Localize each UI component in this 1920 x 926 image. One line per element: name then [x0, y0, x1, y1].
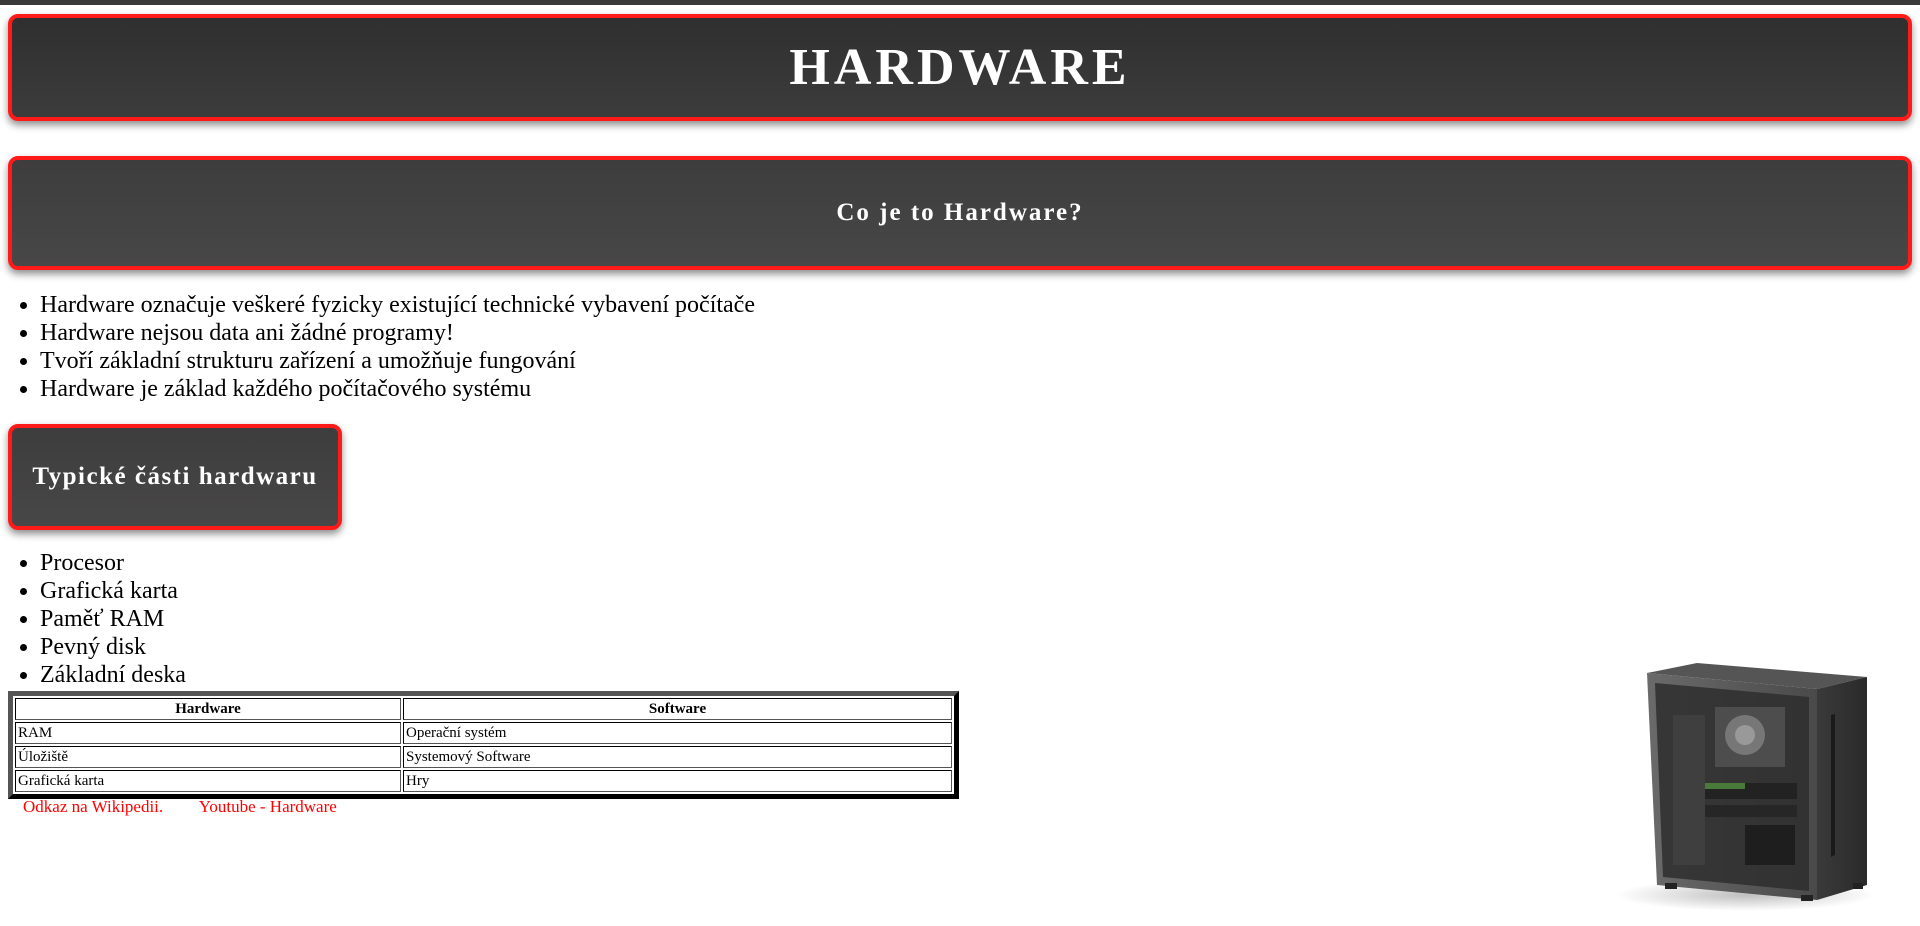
youtube-hardware-link[interactable]: Youtube - Hardware — [199, 797, 337, 816]
list-item: Základní deska — [40, 661, 186, 689]
list-item: Tvoří základní strukturu zařízení a umož… — [40, 347, 755, 375]
table-header-row: Hardware Software — [15, 698, 952, 720]
table-cell: Operační systém — [403, 722, 952, 744]
list-item: Hardware označuje veškeré fyzicky existu… — [40, 291, 755, 319]
top-bar — [0, 0, 1920, 5]
list-item: Procesor — [40, 549, 186, 577]
table-cell: Hry — [403, 770, 952, 792]
hardware-software-table: Hardware Software RAM Operační systém Úl… — [8, 691, 959, 799]
table-cell: Úložiště — [15, 746, 401, 768]
list-item: Pevný disk — [40, 633, 186, 661]
parts-list: Procesor Grafická karta Paměť RAM Pevný … — [0, 549, 186, 689]
list-item: Paměť RAM — [40, 605, 186, 633]
pc-case-icon — [1615, 663, 1875, 911]
links-row: Odkaz na Wikipedii. Youtube - Hardware — [23, 797, 369, 817]
list-item: Grafická karta — [40, 577, 186, 605]
page-title: HARDWARE — [8, 14, 1912, 121]
table-row: Úložiště Systemový Software — [15, 746, 952, 768]
wikipedia-link[interactable]: Odkaz na Wikipedii. — [23, 797, 163, 816]
list-item: Hardware je základ každého počítačového … — [40, 375, 755, 403]
table-cell: RAM — [15, 722, 401, 744]
table-cell: Grafická karta — [15, 770, 401, 792]
column-header-hardware: Hardware — [15, 698, 401, 720]
section-title-typical-parts: Typické části hardwaru — [8, 424, 342, 530]
list-item: Hardware nejsou data ani žádné programy! — [40, 319, 755, 347]
table-cell: Systemový Software — [403, 746, 952, 768]
definition-list: Hardware označuje veškeré fyzicky existu… — [0, 291, 755, 403]
section-title-what-is-hardware: Co je to Hardware? — [8, 156, 1912, 270]
table-row: Grafická karta Hry — [15, 770, 952, 792]
column-header-software: Software — [403, 698, 952, 720]
table-row: RAM Operační systém — [15, 722, 952, 744]
